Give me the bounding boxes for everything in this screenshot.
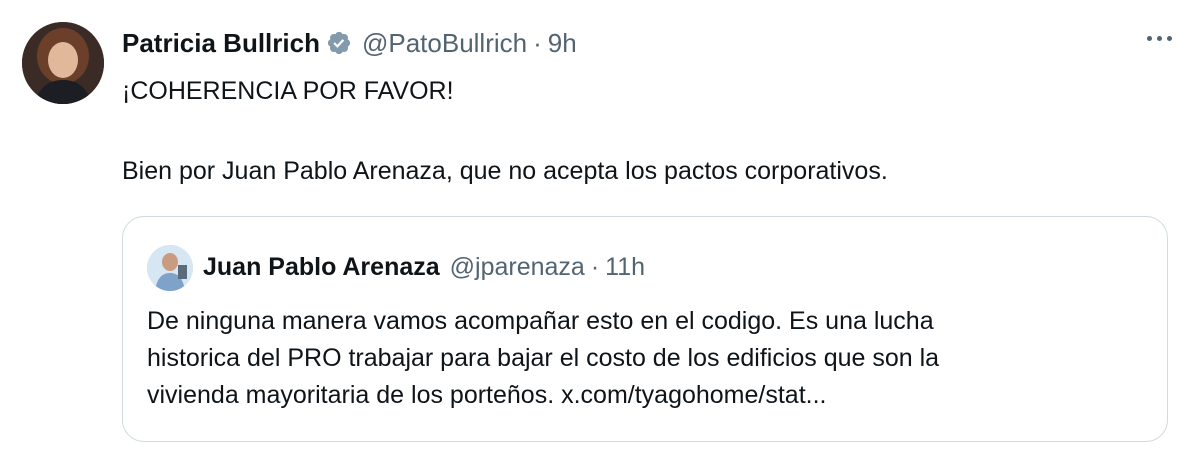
separator-dot: · xyxy=(533,28,542,58)
quoted-author-handle: @jparenaza xyxy=(449,253,585,281)
tweet-text-line-1: ¡COHERENCIA POR FAVOR! xyxy=(122,77,454,105)
tweet: Patricia Bullrich @PatoBullrich · 9h ¡CO… xyxy=(0,0,1200,450)
quoted-author-avatar xyxy=(147,245,193,291)
quoted-text-line-3: vivienda mayoritaria de los porteños. x.… xyxy=(147,381,827,409)
quoted-tweet-timestamp: 11h xyxy=(605,253,646,281)
quoted-text-line-1: De ninguna manera vamos acompañar esto e… xyxy=(147,307,934,335)
quoted-text-line-2: historica del PRO trabajar para bajar el… xyxy=(147,344,940,372)
verified-badge-icon xyxy=(326,30,352,56)
author-avatar[interactable] xyxy=(22,22,104,104)
quoted-tweet-text: De ninguna manera vamos acompañar esto e… xyxy=(147,303,1157,414)
tweet-timestamp[interactable]: 9h xyxy=(548,26,577,60)
quoted-tweet-card[interactable]: Juan Pablo Arenaza @jparenaza · 11h De n… xyxy=(122,216,1168,442)
more-options-icon[interactable] xyxy=(1147,36,1172,41)
tweet-header: Patricia Bullrich @PatoBullrich · 9h xyxy=(122,26,577,60)
tweet-text-line-2: Bien por Juan Pablo Arenaza, que no acep… xyxy=(122,157,888,185)
author-handle[interactable]: @PatoBullrich xyxy=(362,26,527,60)
quoted-author-name: Juan Pablo Arenaza xyxy=(203,253,440,281)
quoted-tweet-header: Juan Pablo Arenaza @jparenaza · 11h xyxy=(203,250,645,284)
author-name[interactable]: Patricia Bullrich xyxy=(122,26,320,60)
quoted-separator-dot: · xyxy=(590,253,600,281)
